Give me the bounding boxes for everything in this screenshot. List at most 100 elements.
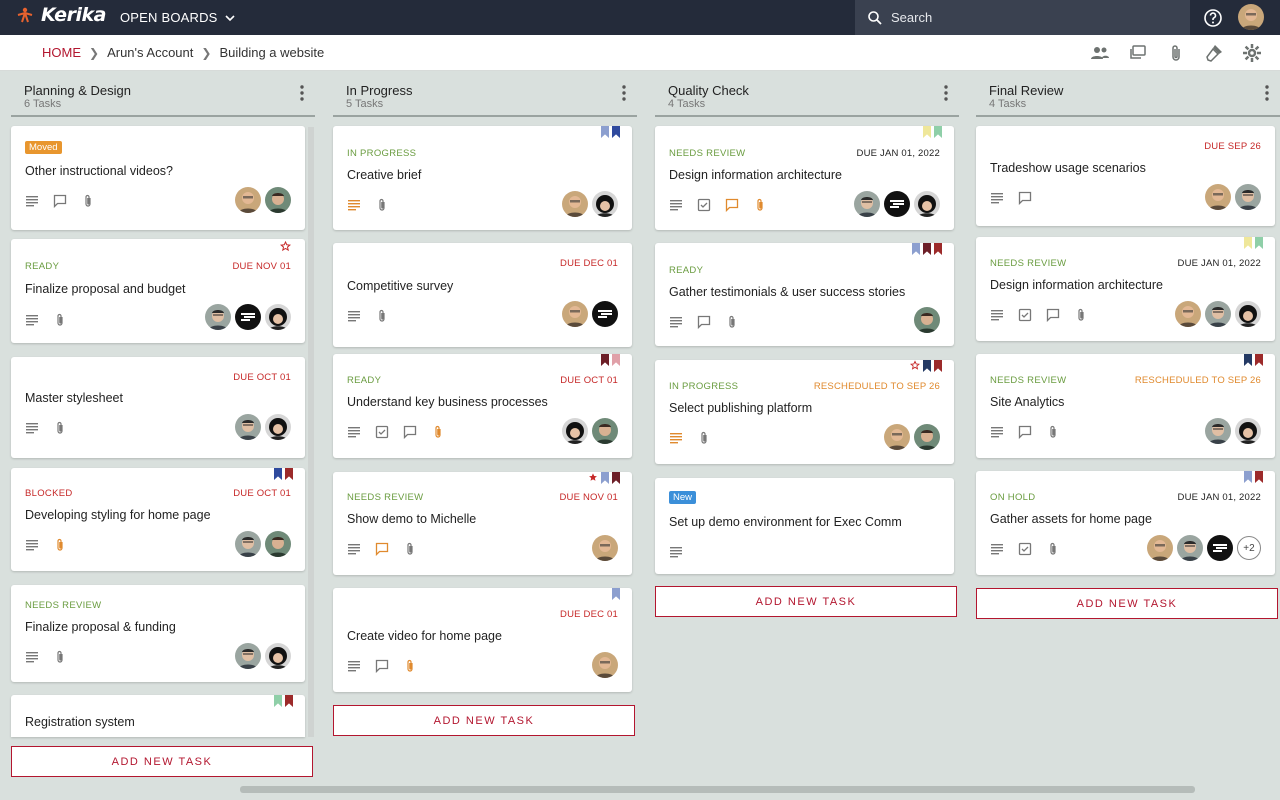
description-icon: [990, 191, 1004, 205]
avatar[interactable]: [235, 531, 261, 557]
checklist-icon: [1018, 542, 1032, 556]
avatar[interactable]: [265, 187, 291, 213]
kerika-logo[interactable]: Kerika: [15, 4, 106, 26]
more-vert-icon[interactable]: [621, 84, 627, 102]
star-icon[interactable]: [280, 241, 291, 252]
attachment-icon: [725, 315, 739, 329]
avatar[interactable]: [1235, 301, 1261, 327]
chevron-right-icon: ❯: [201, 45, 212, 60]
task-title: Gather assets for home page: [990, 512, 1152, 526]
task-card[interactable]: ON HOLD DUE JAN 01, 2022 Gather assets f…: [976, 471, 1275, 575]
star-icon[interactable]: [588, 472, 598, 483]
horizontal-scrollbar-thumb[interactable]: [240, 786, 1195, 793]
breadcrumb-account[interactable]: Arun's Account: [107, 45, 193, 60]
task-card[interactable]: Moved Other instructional videos?: [11, 126, 305, 230]
star-icon[interactable]: [910, 360, 920, 371]
add-new-task-button[interactable]: ADD NEW TASK: [655, 586, 957, 617]
search-icon: [868, 10, 882, 25]
avatar[interactable]: [265, 531, 291, 557]
avatar[interactable]: [1205, 418, 1231, 444]
avatar[interactable]: [592, 191, 618, 217]
task-card[interactable]: IN PROGRESS RESCHEDULED TO SEP 26 Select…: [655, 360, 954, 464]
open-boards-menu[interactable]: OPEN BOARDS: [120, 10, 236, 25]
avatar[interactable]: [914, 307, 940, 333]
avatar[interactable]: [592, 535, 618, 561]
column-scrollbar[interactable]: [308, 127, 314, 737]
people-icon[interactable]: [1090, 43, 1110, 63]
avatar[interactable]: [1235, 418, 1261, 444]
chat-icon[interactable]: [1128, 43, 1148, 63]
task-card[interactable]: New Set up demo environment for Exec Com…: [655, 478, 954, 574]
avatar[interactable]: [265, 304, 291, 330]
task-card[interactable]: IN PROGRESS Creative brief: [333, 126, 632, 230]
task-title: Gather testimonials & user success stori…: [669, 285, 906, 299]
paperclip-icon[interactable]: [1166, 43, 1186, 63]
more-vert-icon[interactable]: [943, 84, 949, 102]
avatar[interactable]: [265, 414, 291, 440]
avatar[interactable]: [235, 304, 261, 330]
search-box[interactable]: Search: [855, 0, 1190, 35]
tag-flag: [274, 695, 282, 707]
task-card[interactable]: DUE DEC 01 Competitive survey: [333, 243, 632, 347]
task-card[interactable]: NEEDS REVIEW Finalize proposal & funding: [11, 585, 305, 682]
column-header: Quality Check 4 Tasks: [655, 71, 959, 117]
avatar[interactable]: [1175, 301, 1201, 327]
help-icon[interactable]: [1203, 8, 1223, 28]
task-card[interactable]: READY DUE OCT 01 Understand key business…: [333, 354, 632, 458]
avatar[interactable]: [884, 424, 910, 450]
avatar[interactable]: [235, 643, 261, 669]
task-card[interactable]: NEEDS REVIEW DUE JAN 01, 2022 Design inf…: [976, 237, 1275, 341]
task-card[interactable]: DUE OCT 01 Master stylesheet: [11, 357, 305, 458]
attachment-icon: [753, 198, 767, 212]
task-card[interactable]: NEEDS REVIEW DUE NOV 01 Show demo to Mic…: [333, 472, 632, 575]
attachment-icon: [53, 313, 67, 327]
flashlight-icon[interactable]: [1204, 43, 1224, 63]
task-card[interactable]: NEEDS REVIEW DUE JAN 01, 2022 Design inf…: [655, 126, 954, 230]
task-card[interactable]: Registration system: [11, 695, 305, 737]
avatar[interactable]: [592, 301, 618, 327]
avatar[interactable]: [1205, 301, 1231, 327]
avatar[interactable]: [592, 652, 618, 678]
avatar[interactable]: [914, 424, 940, 450]
avatar[interactable]: [235, 414, 261, 440]
gear-icon[interactable]: [1242, 43, 1262, 63]
avatar[interactable]: [562, 418, 588, 444]
avatar[interactable]: [562, 301, 588, 327]
avatar[interactable]: [1177, 535, 1203, 561]
avatar[interactable]: [1147, 535, 1173, 561]
avatar[interactable]: [1235, 184, 1261, 210]
avatar[interactable]: [854, 191, 880, 217]
avatar[interactable]: [1205, 184, 1231, 210]
task-status: NEEDS REVIEW: [990, 258, 1067, 269]
task-status: IN PROGRESS: [669, 381, 739, 392]
avatar[interactable]: [265, 643, 291, 669]
user-avatar[interactable]: [1238, 4, 1264, 30]
task-card[interactable]: DUE DEC 01 Create video for home page: [333, 588, 632, 692]
more-vert-icon[interactable]: [1264, 84, 1270, 102]
avatar[interactable]: [562, 191, 588, 217]
task-card[interactable]: BLOCKED DUE OCT 01 Developing styling fo…: [11, 468, 305, 571]
breadcrumb-home[interactable]: HOME: [42, 45, 81, 60]
task-card[interactable]: NEEDS REVIEW RESCHEDULED TO SEP 26 Site …: [976, 354, 1275, 458]
task-status: READY: [347, 375, 382, 386]
more-vert-icon[interactable]: [299, 84, 305, 102]
avatar[interactable]: [205, 304, 231, 330]
more-members-badge[interactable]: +2: [1237, 536, 1261, 560]
avatar[interactable]: [592, 418, 618, 444]
task-card[interactable]: DUE SEP 26 Tradeshow usage scenarios: [976, 126, 1275, 226]
add-new-task-button[interactable]: ADD NEW TASK: [11, 746, 313, 777]
avatar[interactable]: [235, 187, 261, 213]
tag-flag: [923, 243, 931, 255]
new-chip: New: [669, 491, 697, 504]
avatar[interactable]: [1207, 535, 1233, 561]
avatar[interactable]: [884, 191, 910, 217]
column-header: In Progress 5 Tasks: [333, 71, 637, 117]
task-card[interactable]: READY Gather testimonials & user success…: [655, 243, 954, 346]
add-new-task-button[interactable]: ADD NEW TASK: [976, 588, 1278, 619]
task-card[interactable]: READY DUE NOV 01 Finalize proposal and b…: [11, 239, 305, 343]
task-due-date: DUE JAN 01, 2022: [1177, 492, 1261, 503]
comment-icon: [403, 425, 417, 439]
add-new-task-button[interactable]: ADD NEW TASK: [333, 705, 635, 736]
column-task-count: 4 Tasks: [668, 98, 706, 110]
avatar[interactable]: [914, 191, 940, 217]
